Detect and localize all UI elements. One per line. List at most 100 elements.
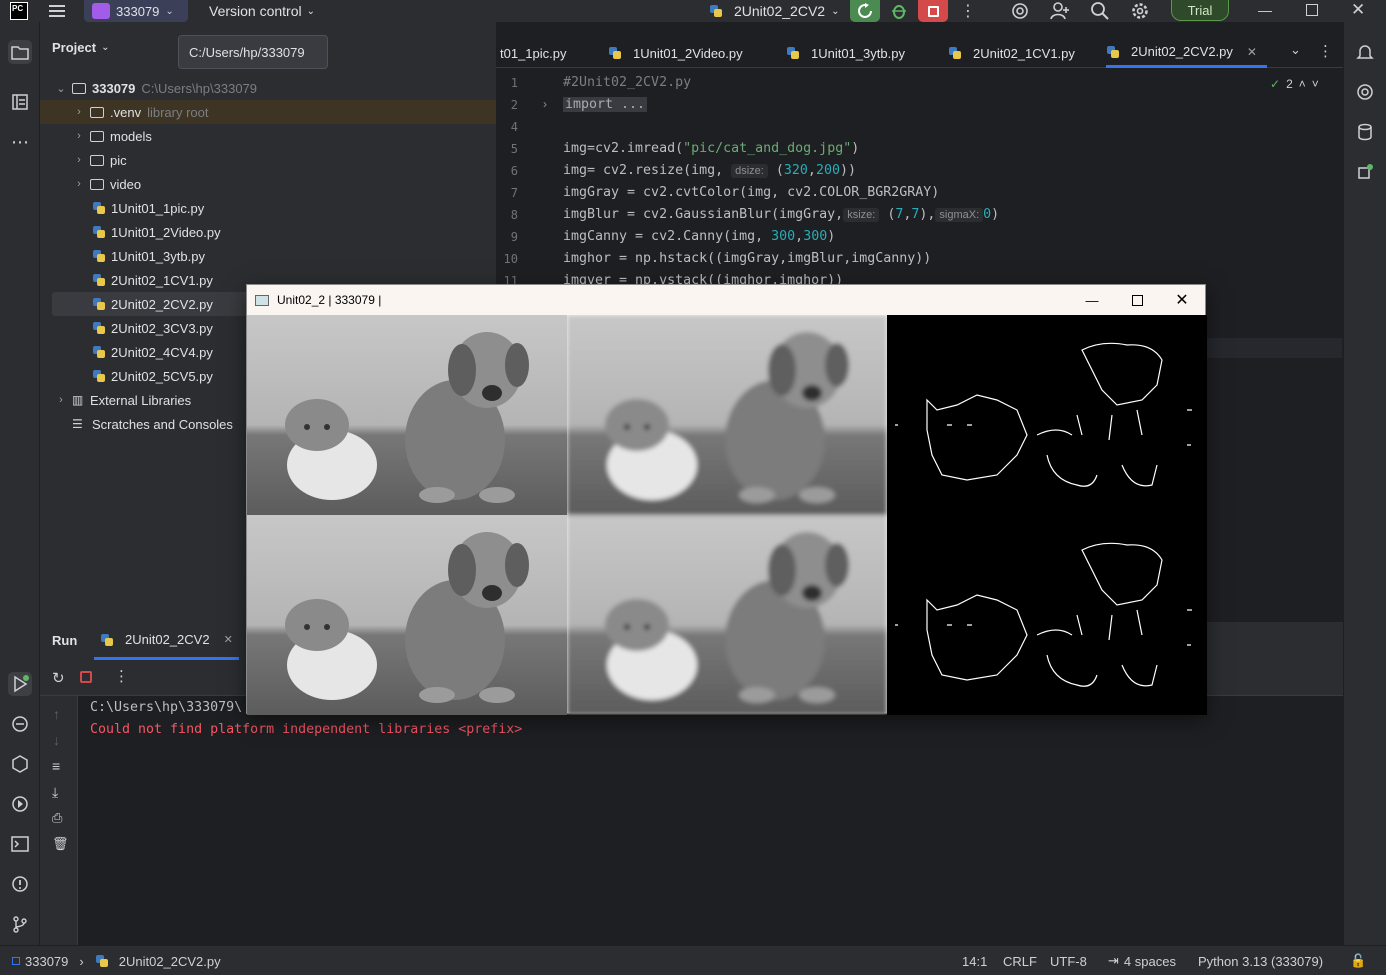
services-icon[interactable] [8, 792, 32, 816]
problems-count: 2 [1286, 77, 1293, 91]
breadcrumb[interactable]: 333079 › 2Unit02_2CV2.py [12, 946, 221, 975]
project-panel-header[interactable]: Project ⌄ [52, 40, 109, 55]
problems-icon[interactable] [8, 872, 32, 896]
tree-item-label: 1Unit01_3ytb.py [111, 248, 205, 264]
minimize-window-icon[interactable]: — [1258, 2, 1272, 18]
editor-tab-active[interactable]: 2Unit02_2CV2.py ✕ [1106, 38, 1267, 68]
scroll-to-end-icon[interactable]: ⤓ [52, 784, 58, 801]
line-number: 9 [510, 230, 518, 244]
more-actions-icon[interactable]: ⋮ [960, 1, 976, 21]
tree-item-file[interactable]: 2Unit02_1CV1.py [92, 268, 213, 292]
python-console-icon[interactable] [8, 712, 32, 736]
more-tools-icon[interactable]: ⋯ [8, 130, 32, 154]
python-file-icon [948, 46, 962, 60]
breadcrumb-file[interactable]: 2Unit02_2CV2.py [119, 954, 221, 969]
inspection-widget[interactable]: ✓ 2 ˄ ˅ [1270, 77, 1319, 91]
git-branch-icon[interactable] [8, 912, 32, 936]
chevron-down-icon[interactable]: ˅ [1312, 77, 1319, 91]
close-tab-icon[interactable]: ✕ [1247, 45, 1257, 59]
run-config-selector[interactable]: 2Unit02_2CV2 ⌄ [709, 2, 839, 20]
minimize-window-icon[interactable]: — [1069, 285, 1115, 315]
tree-item-models[interactable]: › models [72, 124, 152, 148]
editor-tab[interactable]: 1Unit01_2Video.py [608, 38, 743, 68]
caret-position[interactable]: 14:1 [962, 946, 987, 975]
tree-item-file[interactable]: 2Unit02_4CV4.py [92, 340, 213, 364]
line-separator[interactable]: CRLF [1003, 946, 1037, 975]
tree-item-label: 2Unit02_4CV4.py [111, 344, 213, 360]
lock-icon[interactable]: 🔓 [1350, 946, 1366, 975]
tree-item-file[interactable]: 1Unit01_1pic.py [92, 196, 204, 220]
tree-item-label: pic [110, 152, 127, 168]
tree-item-file[interactable]: 2Unit02_3CV3.py [92, 316, 213, 340]
tree-root[interactable]: ⌄ 333079 C:\Users\hp\333079 [54, 76, 257, 100]
python-packages-icon[interactable] [8, 752, 32, 776]
stop-icon[interactable] [80, 671, 92, 683]
pycharm-logo-icon: PC [10, 2, 28, 20]
project-widget[interactable]: 333079 ⌄ [84, 0, 188, 22]
ai-chat-icon[interactable] [1353, 80, 1377, 104]
scroll-down-icon[interactable]: ↓ [53, 732, 60, 748]
notifications-bell-icon[interactable] [1353, 40, 1377, 64]
tree-item-venv[interactable]: › .venv library root [40, 100, 496, 124]
stop-button[interactable] [918, 0, 948, 22]
maximize-window-icon[interactable] [1306, 4, 1318, 16]
folded-imports[interactable]: import ... [563, 97, 648, 112]
chevron-right-icon: › [77, 178, 81, 190]
print-icon[interactable]: ⎙ [52, 810, 62, 826]
tree-item-video[interactable]: › video [72, 172, 141, 196]
run-tool-icon[interactable] [8, 672, 32, 696]
right-tool-strip [1343, 22, 1386, 945]
path-tooltip: C:/Users/hp/333079 [178, 35, 328, 69]
database-icon[interactable] [1353, 120, 1377, 144]
editor-tab[interactable]: 1Unit01_3ytb.py [786, 38, 905, 68]
add-user-icon[interactable] [1050, 1, 1070, 21]
file-encoding[interactable]: UTF-8 [1050, 946, 1087, 975]
scroll-up-icon[interactable]: ↑ [53, 706, 60, 722]
debug-bug-icon[interactable] [890, 2, 908, 20]
tree-item-pic[interactable]: › pic [72, 148, 127, 172]
tree-root-name: 333079 [92, 80, 136, 96]
soft-wrap-icon[interactable]: ≡ [52, 758, 60, 774]
close-window-icon[interactable]: ✕ [1159, 285, 1205, 315]
settings-gear-icon[interactable] [1130, 1, 1150, 21]
line-number: 7 [510, 186, 518, 200]
ai-assistant-icon[interactable] [1010, 1, 1030, 21]
fold-chevron-icon[interactable]: › [543, 97, 547, 111]
opencv-image-window[interactable]: Unit02_2 | 333079 | — ✕ [246, 284, 1207, 715]
left-tool-strip: ⋯ [0, 22, 40, 945]
chevron-up-icon[interactable]: ˄ [1299, 77, 1306, 91]
breadcrumb-project[interactable]: 333079 [25, 954, 68, 969]
plugin-icon[interactable] [1353, 160, 1377, 184]
opencv-window-titlebar[interactable]: Unit02_2 | 333079 | [247, 285, 1205, 315]
rerun-button[interactable] [850, 0, 880, 22]
tab-more-icon[interactable]: ⋮ [1318, 42, 1333, 60]
terminal-icon[interactable] [8, 832, 32, 856]
run-tab[interactable]: 2Unit02_2CV2 ✕ [94, 622, 239, 660]
python-interpreter[interactable]: Python 3.13 (333079) [1198, 946, 1323, 975]
python-file-icon [92, 201, 106, 215]
tab-list-chevron-icon[interactable]: ⌄ [1290, 42, 1301, 58]
maximize-window-icon[interactable] [1114, 285, 1160, 315]
structure-icon[interactable] [8, 90, 32, 114]
trash-icon[interactable]: 🗑 [52, 836, 69, 852]
search-icon[interactable] [1090, 1, 1110, 21]
close-window-icon[interactable]: ✕ [1351, 0, 1365, 20]
tree-item-scratches[interactable]: ☰ Scratches and Consoles [72, 412, 233, 436]
indent-setting[interactable]: ⇥ 4 spaces [1108, 946, 1176, 975]
tree-item-file[interactable]: 2Unit02_5CV5.py [92, 364, 213, 388]
project-folder-icon[interactable] [8, 40, 32, 64]
trial-badge[interactable]: Trial [1171, 0, 1229, 21]
tree-item-file[interactable]: 1Unit01_2Video.py [92, 220, 221, 244]
rerun-icon[interactable]: ↻ [52, 669, 65, 687]
version-control-menu[interactable]: Version control ⌄ [209, 2, 315, 20]
editor-tab[interactable]: t01_1pic.py [500, 38, 567, 68]
tree-item-external-libraries[interactable]: › ▥ External Libraries [54, 388, 191, 412]
chevron-down-icon: ⌄ [306, 5, 315, 17]
main-menu-icon[interactable] [48, 2, 66, 20]
chevron-right-icon: › [77, 154, 81, 166]
more-actions-icon[interactable]: ⋮ [114, 667, 129, 685]
editor-tab[interactable]: 2Unit02_1CV1.py [948, 38, 1075, 68]
close-tab-icon[interactable]: ✕ [224, 633, 233, 646]
run-panel-title: Run [52, 633, 78, 648]
tree-item-file[interactable]: 1Unit01_3ytb.py [92, 244, 205, 268]
